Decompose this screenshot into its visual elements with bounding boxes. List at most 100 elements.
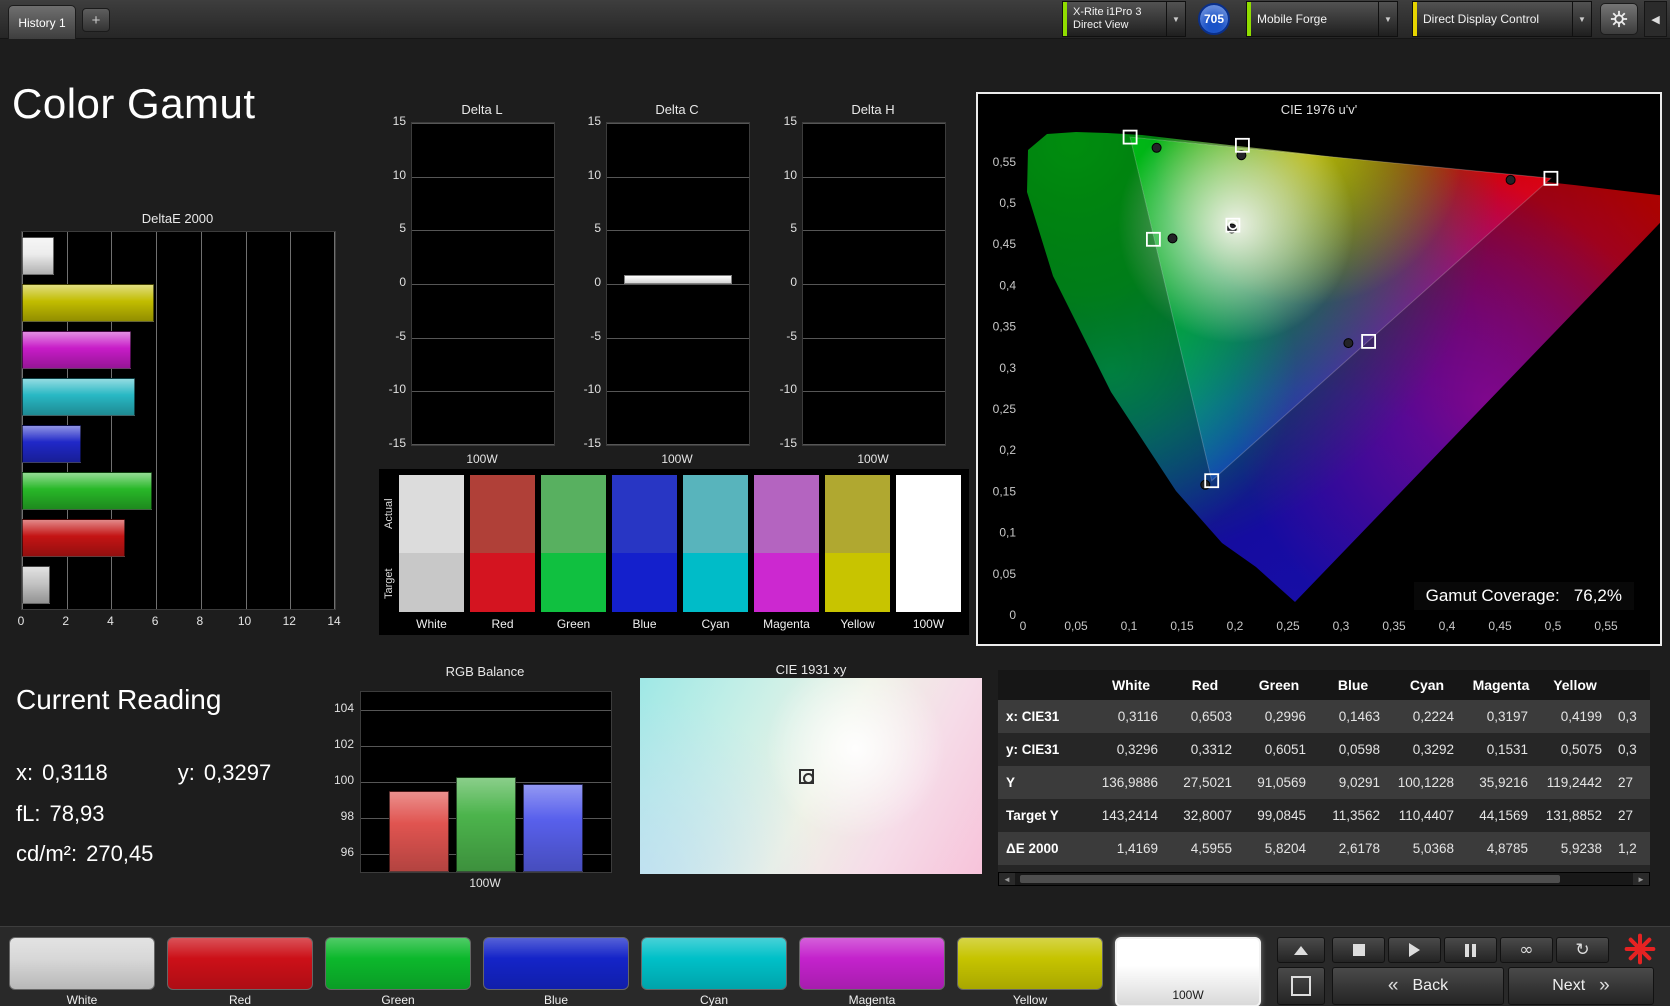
scroll-right-arrow-icon[interactable]: ► (1633, 873, 1649, 885)
add-tab-button[interactable]: + (82, 8, 110, 32)
history-tab[interactable]: History 1 (8, 5, 76, 39)
back-button[interactable]: « Back (1332, 967, 1504, 1005)
pattern-swatch-magenta[interactable]: Magenta (799, 937, 945, 1006)
meter-dropdown[interactable]: X-Rite i1Pro 3 Direct View ▼ (1062, 1, 1186, 37)
history-tab-label: History 1 (18, 15, 66, 30)
gridline (607, 444, 749, 445)
pattern-color (325, 937, 471, 990)
gridline (200, 232, 202, 609)
pattern-bar: ∞ ↻ « Back Next » White Red Green Blue Cyan M… (0, 926, 1670, 1006)
target-swatch (470, 553, 535, 612)
measured-point-green (1151, 142, 1162, 153)
axis-tick: 0,4 (1439, 619, 1456, 633)
next-button[interactable]: Next » (1508, 967, 1654, 1005)
scroll-left-arrow-icon[interactable]: ◄ (999, 873, 1015, 885)
refresh-button[interactable]: ↻ (1556, 937, 1609, 963)
swatch-label: Green (556, 617, 591, 631)
axis-tick: 0,05 (993, 567, 1017, 581)
table-cell: 28,4202 (1538, 865, 1612, 872)
table-row[interactable]: x: CIE31 0,3116 0,6503 0,2996 0,1463 0,2224 0,… (998, 700, 1650, 733)
axis-tick: 4 (107, 614, 114, 628)
play-button[interactable] (1388, 937, 1441, 963)
chevron-down-icon[interactable]: ▼ (1572, 2, 1591, 36)
source-name: Mobile Forge (1257, 11, 1328, 26)
axis-tick: 15 (392, 114, 406, 128)
display-control-dropdown[interactable]: Direct Display Control ▼ (1412, 1, 1592, 37)
rgb-balance-chart: RGB Balance 104 102 100 98 96 100W (331, 664, 613, 896)
column-header: Green (1242, 670, 1316, 700)
table-cell: 0,1531 (1464, 733, 1538, 766)
results-table-container: White Red Green Blue Cyan Magenta Yellow x: CIE… (998, 670, 1650, 872)
pattern-swatch-white[interactable]: White (9, 937, 155, 1006)
pattern-swatch-green[interactable]: Green (325, 937, 471, 1006)
gamut-coverage-readout: Gamut Coverage: 76,2% (1413, 582, 1634, 610)
pattern-swatch-cyan[interactable]: Cyan (641, 937, 787, 1006)
gridline (803, 337, 945, 339)
gridline (412, 176, 554, 178)
scrollbar-thumb[interactable] (1020, 875, 1560, 883)
pattern-swatch-yellow[interactable]: Yellow (957, 937, 1103, 1006)
axis-tick: 0,5 (999, 196, 1016, 210)
chart-title: RGB Balance (445, 664, 525, 679)
stop-button[interactable] (1332, 937, 1385, 963)
axis-tick: 98 (340, 809, 354, 823)
expand-controls-button[interactable] (1277, 937, 1325, 963)
pattern-swatch-red[interactable]: Red (167, 937, 313, 1006)
gridline (607, 284, 749, 285)
table-cell: 27,5021 (1168, 766, 1242, 799)
pause-button[interactable] (1444, 937, 1497, 963)
pattern-color (799, 937, 945, 990)
loop-button[interactable]: ∞ (1500, 937, 1553, 963)
table-cell: 0,2224 (1390, 700, 1464, 733)
axis-tick: 0,45 (993, 237, 1017, 251)
chevron-down-icon[interactable]: ▼ (1378, 2, 1397, 36)
swatch-label: Cyan (701, 617, 730, 631)
chevron-down-icon[interactable]: ▼ (1166, 2, 1185, 36)
table-cell: 5,9238 (1538, 832, 1612, 865)
target-swatch (612, 553, 677, 612)
plus-icon: + (91, 11, 101, 29)
table-row[interactable]: Target Y 143,2414 32,8007 99,0845 11,3562 110… (998, 799, 1650, 832)
table-cell: 0,3292 (1390, 733, 1464, 766)
table-cell: 0,3296 (1094, 733, 1168, 766)
settings-button[interactable] (1600, 3, 1638, 35)
back-label: Back (1412, 977, 1449, 994)
source-dropdown[interactable]: Mobile Forge ▼ (1246, 1, 1398, 37)
cie1976-diagram: 0 0,05 0,1 0,15 0,2 0,25 0,3 0,35 0,4 0,45 0,5 0,55… (993, 129, 1660, 633)
cd-label: cd/m²: (16, 841, 78, 866)
table-cell: 26,0900 (1464, 865, 1538, 872)
gridline (607, 123, 749, 124)
table-cell: 99,0845 (1242, 799, 1316, 832)
table-cell: 11,3562 (1316, 799, 1390, 832)
rgb-bar-green (456, 776, 516, 872)
chevron-left-icon: ◀ (1651, 13, 1660, 26)
meter-name: X-Rite i1Pro 3 (1073, 6, 1142, 18)
chart-title: Delta C (655, 102, 699, 117)
actual-swatch (825, 475, 890, 553)
pattern-window-button[interactable] (1277, 967, 1325, 1005)
table-row[interactable]: Y 136,9886 27,5021 91,0569 9,0291 100,1228 35,… (998, 766, 1650, 799)
table-row[interactable]: y: CIE31 0,3296 0,3312 0,6051 0,0598 0,3292 0,… (998, 733, 1650, 766)
axis-tick: 15 (783, 114, 797, 128)
table-cell: 100,1228 (1390, 766, 1464, 799)
axis-tick: 10 (783, 167, 797, 182)
axis-tick: 0,1 (1121, 619, 1138, 633)
column-header: Blue (1316, 670, 1390, 700)
table-row[interactable]: ΔE ITP3,442125,910432,771415,089017,4514… (998, 865, 1650, 872)
table-row[interactable]: ΔE 2000 1,4169 4,5955 5,8204 2,6178 5,0368 4,8… (998, 832, 1650, 865)
table-cell: 15,0890 (1316, 865, 1390, 872)
column-header: Magenta (1464, 670, 1538, 700)
x-value: 0,3118 (42, 760, 108, 785)
measured-point-red (1505, 174, 1516, 185)
axis-tick: 0,2 (1227, 619, 1244, 633)
badge-value: 705 (1203, 12, 1225, 26)
table-horizontal-scrollbar[interactable]: ◄ ► (998, 872, 1650, 886)
pattern-swatch-blue[interactable]: Blue (483, 937, 629, 1006)
axis-tick: 0,3 (1333, 619, 1350, 633)
axis-tick: 0,45 (1488, 619, 1512, 633)
x-axis-label: 100W (466, 452, 498, 466)
pattern-swatch-100w[interactable]: 100W (1115, 937, 1261, 1006)
actual-swatch (399, 475, 464, 553)
collapse-panel-button[interactable]: ◀ (1644, 1, 1667, 37)
target-swatch (825, 553, 890, 612)
